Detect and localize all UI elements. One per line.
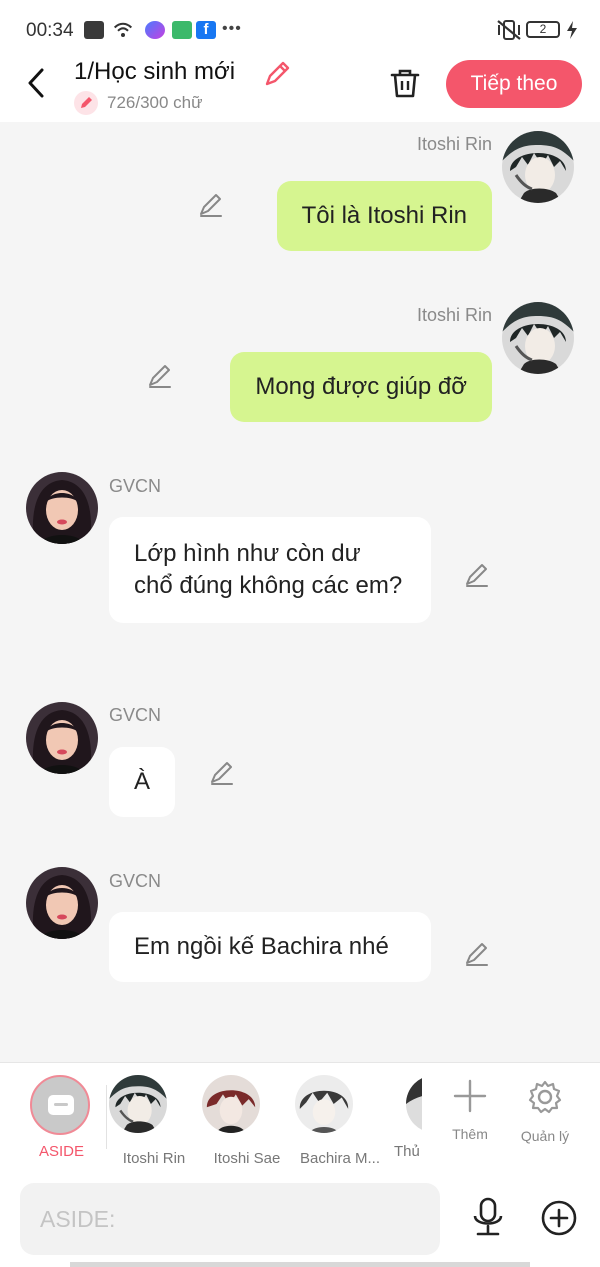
manage-button[interactable]: Quản lý <box>515 1079 575 1144</box>
sender-name: GVCN <box>109 476 162 496</box>
status-bar: 00:34 f ••• 2 <box>0 0 600 56</box>
pen-icon <box>74 91 98 115</box>
microphone-icon[interactable] <box>470 1196 506 1238</box>
chat-area[interactable]: Itoshi Rin Tôi là Itoshi Rin Itoshi Rin … <box>0 122 600 1062</box>
word-count: 726/300 chữ <box>107 93 203 112</box>
avatar[interactable] <box>502 131 574 203</box>
character-name: Itoshi Sae <box>213 1150 281 1167</box>
input-bar <box>0 1172 600 1267</box>
avatar[interactable] <box>26 702 98 774</box>
aside-label: ASIDE <box>39 1143 85 1160</box>
character-avatar <box>295 1075 353 1133</box>
add-attachment-icon[interactable] <box>540 1199 578 1237</box>
back-icon[interactable] <box>22 66 52 100</box>
character-item[interactable]: Itoshi Sae <box>202 1075 292 1167</box>
character-name: Itoshi Rin <box>122 1150 186 1167</box>
vibrate-off-icon <box>497 20 521 40</box>
page-title[interactable]: 1/Học sinh mới <box>74 58 235 86</box>
edit-message-icon[interactable] <box>146 363 172 389</box>
divider <box>106 1085 107 1149</box>
character-avatar <box>107 1073 169 1135</box>
aside-button[interactable] <box>30 1075 90 1135</box>
status-time: 00:34 <box>26 20 74 41</box>
next-button[interactable]: Tiếp theo <box>446 60 582 108</box>
character-name: Thủ <box>394 1143 420 1160</box>
avatar[interactable] <box>502 302 574 374</box>
edit-title-icon[interactable] <box>262 59 292 89</box>
character-item[interactable]: Itoshi Rin <box>107 1073 199 1167</box>
edit-message-icon[interactable] <box>463 941 489 967</box>
edit-message-icon[interactable] <box>208 760 234 786</box>
header: 1/Học sinh mới 726/300 chữ Tiếp theo <box>0 56 600 122</box>
charging-icon <box>567 21 577 39</box>
wifi-icon <box>113 22 133 37</box>
character-name: Bachira M... <box>299 1150 381 1167</box>
message-bubble[interactable]: Lớp hình như còn dư chổ đúng không các e… <box>109 517 431 623</box>
edit-message-icon[interactable] <box>463 562 489 588</box>
facebook-icon: f <box>196 21 216 39</box>
sender-name: Itoshi Rin <box>416 134 492 154</box>
character-item-clipped[interactable]: Thủ <box>394 1063 422 1172</box>
battery-indicator: 2 <box>526 21 560 38</box>
chat-bubble-icon <box>48 1095 74 1115</box>
message-input[interactable] <box>20 1183 440 1255</box>
message-bubble[interactable]: Em ngồi kế Bachira nhé <box>109 912 431 982</box>
avatar[interactable] <box>26 472 98 544</box>
more-dots-icon: ••• <box>222 20 242 37</box>
gear-icon <box>528 1080 562 1114</box>
character-item[interactable]: Bachira M... <box>295 1075 385 1167</box>
trash-icon[interactable] <box>388 66 422 100</box>
character-bar: ASIDE Itoshi Rin Itoshi Sae Bachira M...… <box>0 1062 600 1172</box>
plus-icon <box>453 1079 487 1113</box>
edit-message-icon[interactable] <box>197 192 223 218</box>
sender-name: GVCN <box>109 871 162 891</box>
close-box-icon <box>84 21 104 39</box>
avatar[interactable] <box>26 867 98 939</box>
message-bubble[interactable]: À <box>109 747 176 817</box>
sender-name: Itoshi Rin <box>416 305 492 325</box>
messenger-icon <box>145 21 165 39</box>
character-avatar <box>406 1075 422 1133</box>
store-icon <box>172 21 192 39</box>
character-avatar <box>202 1075 260 1133</box>
message-bubble[interactable]: Mong được giúp đỡ <box>230 352 492 422</box>
manage-label: Quản lý <box>520 1128 570 1144</box>
home-indicator <box>70 1262 530 1267</box>
message-bubble[interactable]: Tôi là Itoshi Rin <box>276 181 492 251</box>
more-label: Thêm <box>452 1126 488 1142</box>
sender-name: GVCN <box>109 705 162 725</box>
add-character-button[interactable]: Thêm <box>440 1079 500 1142</box>
